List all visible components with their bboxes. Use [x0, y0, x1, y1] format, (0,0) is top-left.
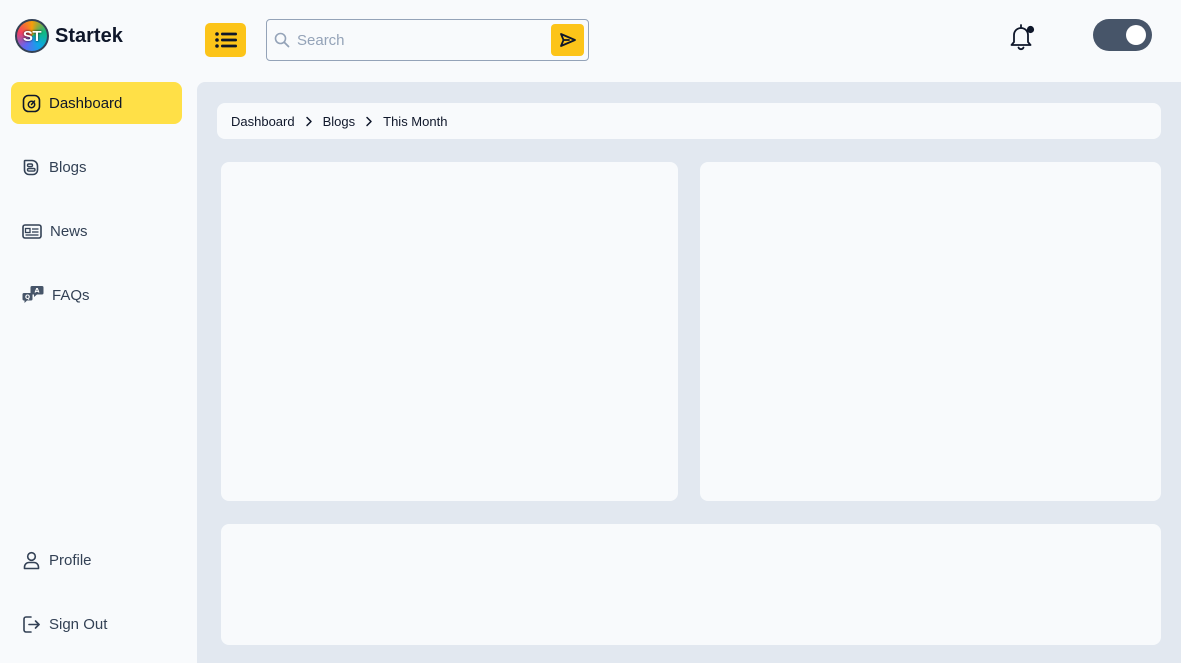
brand-name: Startek — [55, 24, 123, 47]
gauge-icon — [22, 94, 41, 112]
bell-icon — [1010, 24, 1035, 51]
breadcrumb-item-blogs[interactable]: Blogs — [323, 114, 356, 129]
chevron-right-icon — [365, 116, 373, 127]
sidebar-item-label: News — [50, 222, 88, 240]
notifications-button[interactable] — [1006, 22, 1036, 52]
sidebar-item-label: FAQs — [52, 286, 90, 304]
sidebar-item-label: Blogs — [49, 158, 87, 176]
newspaper-icon — [22, 223, 42, 239]
content-card-right — [700, 162, 1161, 501]
sidebar-item-news[interactable]: News — [11, 210, 182, 252]
search-bar — [266, 19, 589, 61]
sidebar-item-sign-out[interactable]: Sign Out — [11, 603, 182, 645]
sign-out-icon — [23, 615, 40, 633]
blog-icon — [23, 159, 39, 175]
content-card-bottom — [221, 524, 1161, 645]
search-icon — [274, 32, 290, 48]
user-icon — [23, 551, 40, 569]
sidebar-item-profile[interactable]: Profile — [11, 539, 182, 581]
menu-toggle-button[interactable] — [205, 23, 246, 57]
theme-toggle[interactable] — [1093, 19, 1152, 51]
sidebar-item-blogs[interactable]: Blogs — [11, 146, 182, 188]
svg-text:A: A — [34, 287, 39, 295]
search-input[interactable] — [297, 29, 547, 51]
search-submit-button[interactable] — [551, 24, 584, 56]
sidebar-item-dashboard[interactable]: Dashboard — [11, 82, 182, 124]
content-card-left — [221, 162, 678, 501]
chevron-right-icon — [305, 116, 313, 127]
breadcrumb-item-dashboard[interactable]: Dashboard — [231, 114, 295, 129]
sidebar-item-label: Dashboard — [49, 94, 123, 112]
app-root: ST Startek Search Dashboard Blogs News A… — [0, 0, 1181, 663]
main-content: Dashboard Blogs This Month — [197, 82, 1181, 663]
send-icon — [559, 33, 576, 47]
toggle-knob — [1126, 25, 1146, 45]
breadcrumb: Dashboard Blogs This Month — [217, 103, 1161, 139]
sidebar-item-faqs[interactable]: A Q FAQs — [11, 274, 182, 316]
brand-logo[interactable]: ST Startek — [15, 19, 123, 53]
faq-icon: A Q — [22, 286, 44, 303]
list-icon — [214, 32, 237, 48]
logo-badge: ST — [15, 19, 49, 53]
svg-text:Q: Q — [25, 294, 30, 301]
sidebar-item-label: Profile — [49, 551, 92, 569]
breadcrumb-item-current: This Month — [383, 113, 448, 129]
sidebar-item-label: Sign Out — [49, 615, 108, 633]
